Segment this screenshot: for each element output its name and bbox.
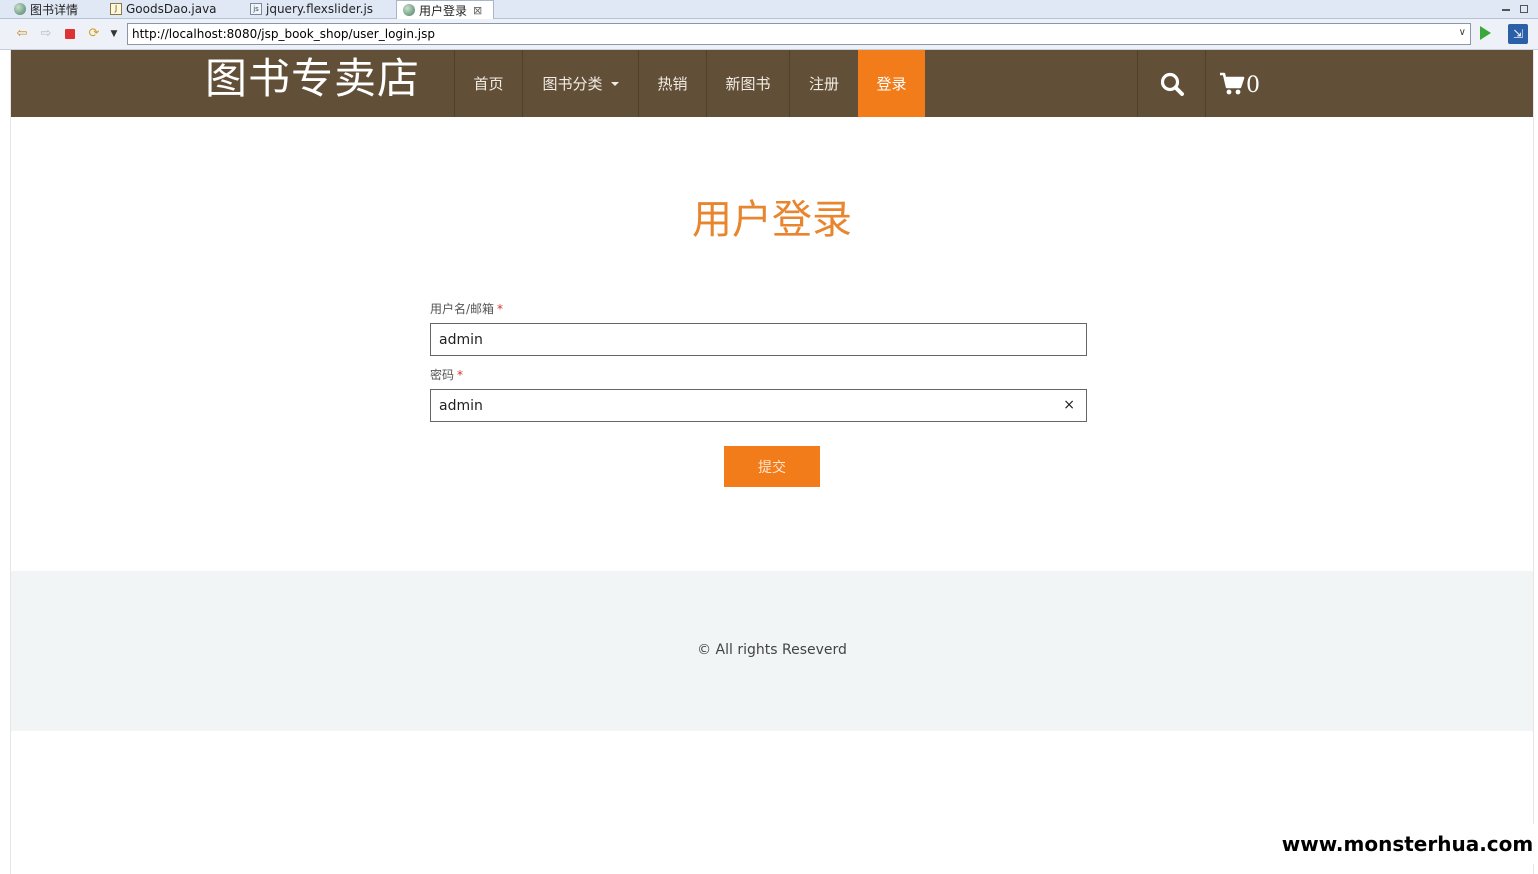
watermark: www.monsterhua.com <box>1277 824 1538 864</box>
browser-toolbar: ⇦ ⇨ ⟳ ▼ http://localhost:8080/jsp_book_s… <box>0 19 1538 50</box>
minimize-icon[interactable] <box>1502 9 1510 11</box>
tab-user-login[interactable]: 用户登录 ⊠ <box>396 0 494 19</box>
username-input[interactable]: admin <box>430 323 1087 356</box>
username-label: 用户名/邮箱 * <box>430 302 504 316</box>
globe-icon <box>14 3 26 15</box>
nav-label: 首页 <box>473 75 504 93</box>
js-file-icon: js <box>250 3 262 15</box>
cart-icon <box>1220 72 1245 94</box>
java-file-icon: J <box>110 3 122 15</box>
nav-home[interactable]: 首页 <box>454 50 522 117</box>
refresh-icon[interactable]: ⟳ <box>86 26 102 42</box>
tab-label: jquery.flexslider.js <box>266 2 374 16</box>
nav-new-books[interactable]: 新图书 <box>706 50 789 117</box>
username-value: admin <box>439 331 483 348</box>
site-brand[interactable]: 图书专卖店 <box>205 54 420 104</box>
nav-label: 新图书 <box>725 75 771 93</box>
web-page: 图书专卖店 首页 图书分类 热销 新图书 注册 登录 0 用户登录 用户名/邮箱… <box>11 50 1533 874</box>
password-label: 密码 * <box>430 368 464 382</box>
clear-icon[interactable]: × <box>1063 397 1075 413</box>
window-controls <box>1502 0 1528 18</box>
nav-label: 图书分类 <box>542 75 603 93</box>
password-input[interactable]: admin × <box>430 389 1087 422</box>
nav-categories[interactable]: 图书分类 <box>522 50 638 117</box>
tab-flexslider[interactable]: js jquery.flexslider.js <box>250 0 373 18</box>
globe-icon <box>403 4 415 16</box>
url-dropdown-icon[interactable]: ∨ <box>1459 27 1466 38</box>
required-mark: * <box>457 368 464 382</box>
page-title: 用户登录 <box>692 197 852 243</box>
required-mark: * <box>497 302 504 316</box>
search-icon <box>1160 72 1184 96</box>
close-tab-icon[interactable]: ⊠ <box>473 4 482 17</box>
nav-label: 注册 <box>808 75 839 93</box>
tab-book-detail[interactable]: 图书详情 <box>14 0 78 18</box>
maximize-icon[interactable] <box>1520 5 1528 13</box>
caret-down-icon <box>610 81 619 86</box>
page-left-border <box>0 50 11 874</box>
forward-arrow-icon[interactable]: ⇨ <box>38 26 54 42</box>
nav-label: 热销 <box>657 75 688 93</box>
screen: 图书详情 J GoodsDao.java js jquery.flexslide… <box>0 0 1538 874</box>
nav-register[interactable]: 注册 <box>789 50 858 117</box>
nav-hot[interactable]: 热销 <box>638 50 706 117</box>
editor-tab-strip: 图书详情 J GoodsDao.java js jquery.flexslide… <box>0 0 1538 19</box>
cart-button[interactable]: 0 <box>1205 50 1273 117</box>
external-browser-icon[interactable]: ⇲ <box>1508 24 1528 44</box>
cart-count: 0 <box>1246 72 1260 98</box>
tab-goods-dao[interactable]: J GoodsDao.java <box>110 0 217 18</box>
nav-label: 登录 <box>876 75 907 93</box>
search-button[interactable] <box>1137 50 1205 117</box>
url-input[interactable]: http://localhost:8080/jsp_book_shop/user… <box>127 23 1471 45</box>
site-navbar: 图书专卖店 首页 图书分类 热销 新图书 注册 登录 0 <box>11 50 1533 117</box>
tab-label: 用户登录 <box>419 3 468 18</box>
site-footer: © All rights Reseverd <box>11 571 1533 731</box>
password-value: admin <box>439 397 483 414</box>
copyright-text: © All rights Reseverd <box>697 642 847 658</box>
tab-label: 图书详情 <box>30 2 79 17</box>
tab-label: GoodsDao.java <box>126 2 217 16</box>
submit-button[interactable]: 提交 <box>724 446 820 487</box>
go-icon[interactable] <box>1480 26 1491 40</box>
nav-login[interactable]: 登录 <box>858 50 925 117</box>
stop-icon[interactable] <box>62 26 78 42</box>
url-text: http://localhost:8080/jsp_book_shop/user… <box>132 27 435 41</box>
chevron-down-icon[interactable]: ▼ <box>106 26 122 42</box>
back-arrow-icon[interactable]: ⇦ <box>14 26 30 42</box>
page-right-border <box>1533 50 1538 874</box>
